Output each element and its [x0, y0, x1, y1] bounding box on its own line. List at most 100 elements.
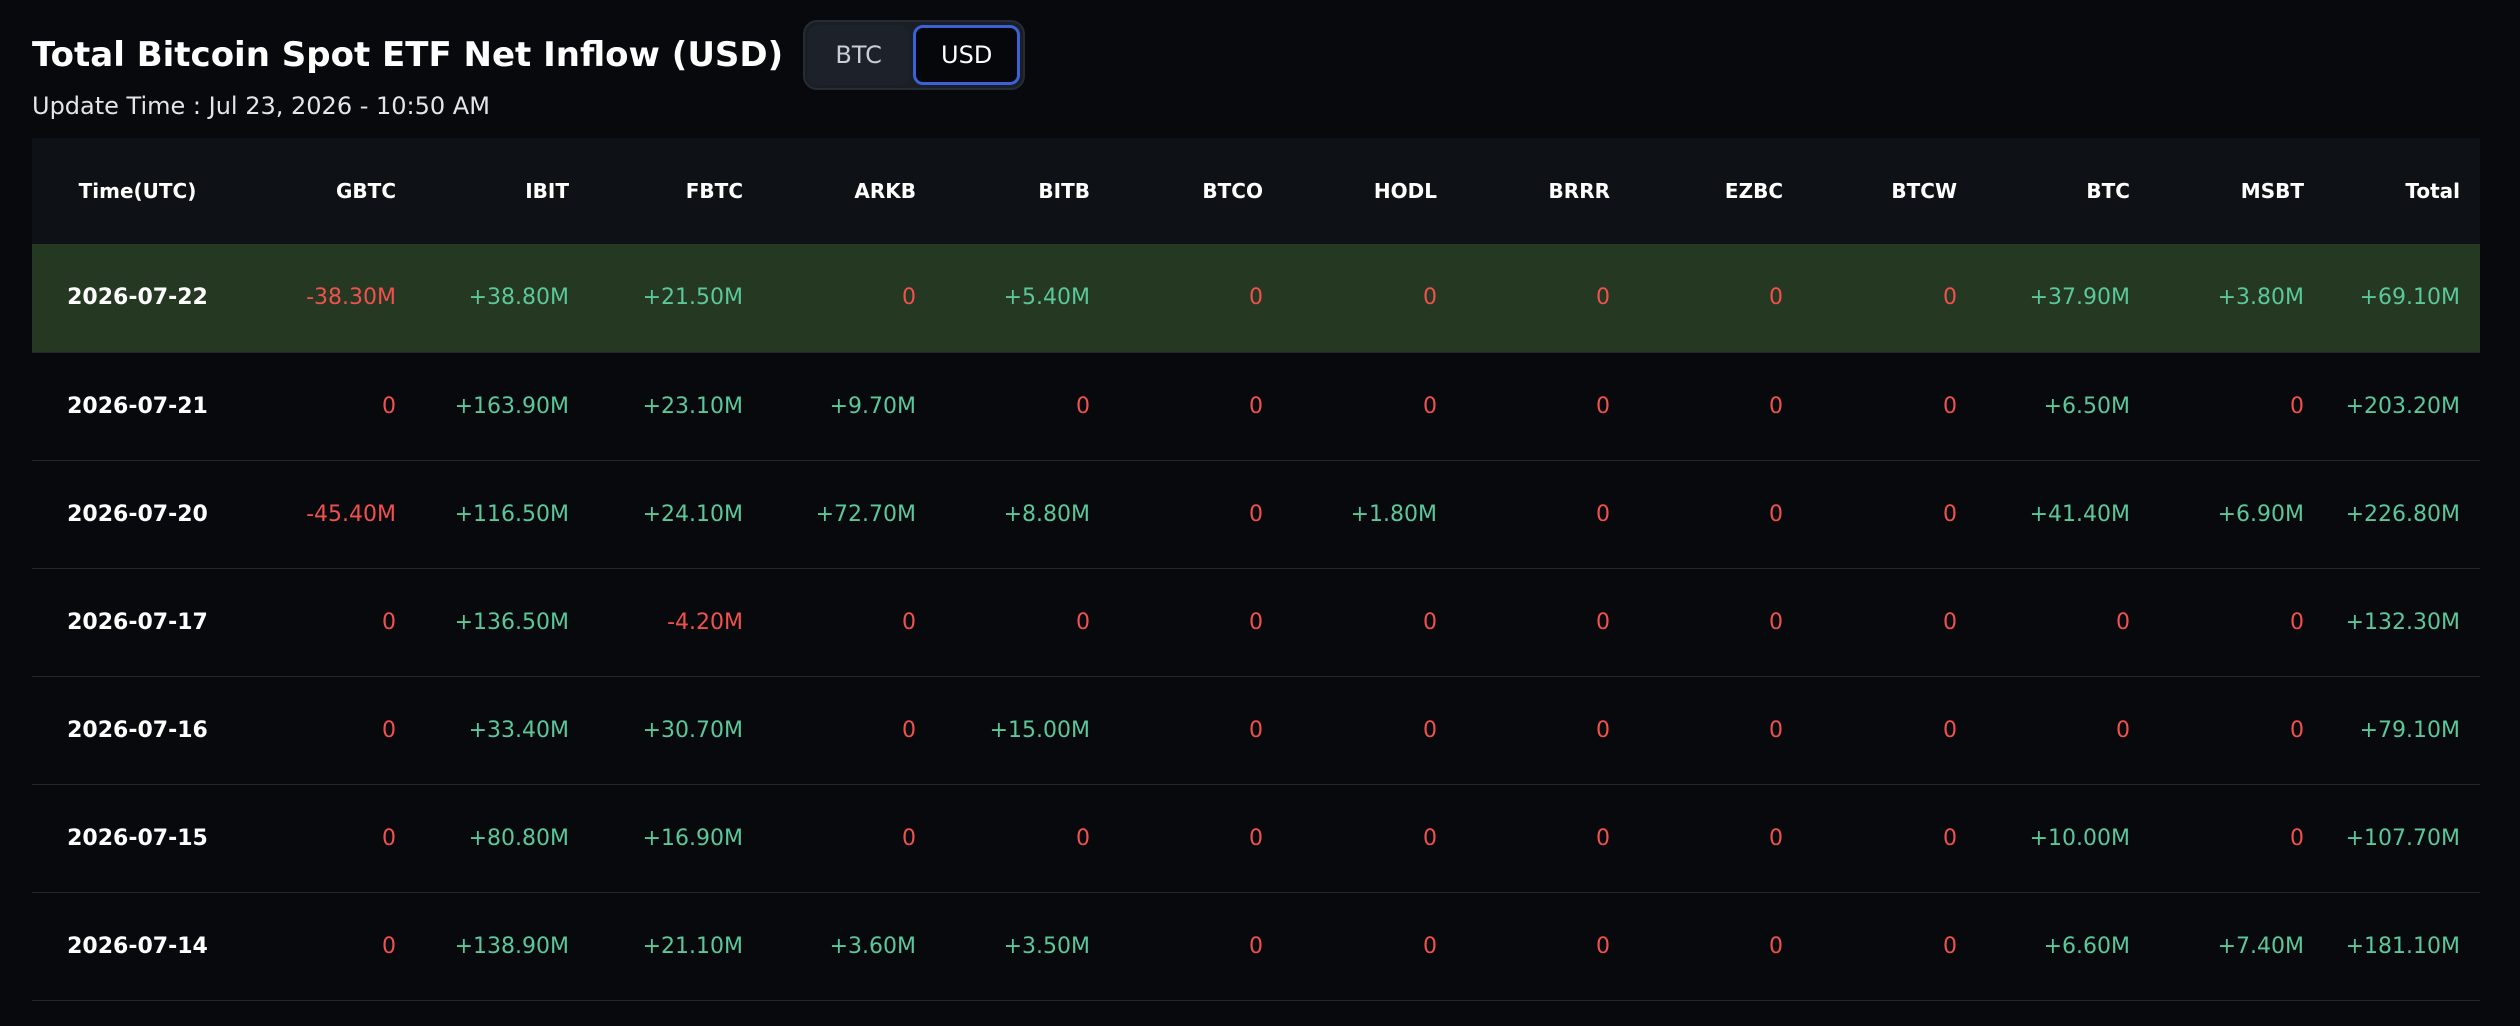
flow-cell-total: +203.20M [2345, 393, 2460, 419]
table-header: Time(UTC) GBTC IBIT FBTC ARKB BITB BTCO HODL BRR… [32, 138, 2480, 244]
flow-cell-brrr: 0 [1596, 933, 1610, 959]
flow-cell-arkb: 0 [902, 825, 916, 851]
column-header-btcw: BTCW [1891, 179, 1957, 203]
column-header-gbtc: GBTC [336, 179, 396, 203]
flow-cell-btco: 0 [1249, 825, 1263, 851]
currency-toggle: BTC USD [803, 20, 1026, 90]
column-header-bitb: BITB [1038, 179, 1090, 203]
table-body: 2026-07-22 -38.30M +38.80M +21.50M 0 +5.40M 0 0… [32, 244, 2480, 1000]
column-header-msbt: MSBT [2240, 179, 2304, 203]
flow-cell-btco: 0 [1249, 393, 1263, 419]
flow-cell-ibit: +116.50M [454, 501, 569, 527]
flow-cell-fbtc: +16.90M [642, 825, 743, 851]
toggle-usd-button[interactable]: USD [913, 25, 1021, 85]
flow-cell-msbt: +3.80M [2217, 285, 2304, 311]
date-cell: 2026-07-20 [67, 501, 208, 527]
flow-cell-btco: 0 [1249, 717, 1263, 743]
flow-cell-total: +79.10M [2359, 717, 2460, 743]
flow-cell-bitb: +5.40M [1003, 285, 1090, 311]
flow-cell-msbt: 0 [2290, 717, 2304, 743]
flow-cell-ezbc: 0 [1769, 825, 1783, 851]
column-header-ibit: IBIT [525, 179, 569, 203]
table-row: 2026-07-15 0 +80.80M +16.90M 0 0 0 0 0 0 0 +10.00M 0… [32, 784, 2480, 892]
flow-cell-gbtc: 0 [382, 609, 396, 635]
flow-cell-ezbc: 0 [1769, 609, 1783, 635]
flow-cell-ezbc: 0 [1769, 933, 1783, 959]
flow-cell-gbtc: -38.30M [306, 285, 396, 311]
flow-cell-hodl: 0 [1423, 717, 1437, 743]
flow-cell-brrr: 0 [1596, 609, 1610, 635]
flow-cell-gbtc: 0 [382, 825, 396, 851]
column-header-fbtc: FBTC [685, 179, 743, 203]
flow-cell-btcw: 0 [1943, 933, 1957, 959]
flow-cell-ezbc: 0 [1769, 501, 1783, 527]
flow-cell-fbtc: +21.50M [642, 285, 743, 311]
flow-cell-arkb: 0 [902, 609, 916, 635]
flow-cell-ibit: +38.80M [468, 285, 569, 311]
flow-cell-brrr: 0 [1596, 717, 1610, 743]
flow-cell-fbtc: +24.10M [642, 501, 743, 527]
update-time: Update Time : Jul 23, 2026 - 10:50 AM [32, 92, 490, 120]
flow-cell-hodl: 0 [1423, 825, 1437, 851]
flow-cell-btcw: 0 [1943, 717, 1957, 743]
table-row: 2026-07-16 0 +33.40M +30.70M 0 +15.00M 0 0 0 0 0 0 0… [32, 676, 2480, 784]
column-header-btco: BTCO [1202, 179, 1263, 203]
flow-cell-brrr: 0 [1596, 501, 1610, 527]
toggle-btc-button[interactable]: BTC [808, 25, 910, 85]
flow-cell-btc: 0 [2116, 609, 2130, 635]
flow-cell-ibit: +33.40M [468, 717, 569, 743]
flow-cell-hodl: 0 [1423, 609, 1437, 635]
date-cell: 2026-07-14 [67, 933, 208, 959]
flow-cell-btc: 0 [2116, 717, 2130, 743]
flow-cell-brrr: 0 [1596, 285, 1610, 311]
column-header-hodl: HODL [1373, 179, 1437, 203]
flow-cell-btco: 0 [1249, 609, 1263, 635]
flow-cell-ibit: +138.90M [454, 933, 569, 959]
flow-cell-ibit: +80.80M [468, 825, 569, 851]
etf-flow-table: Time(UTC) GBTC IBIT FBTC ARKB BITB BTCO HODL BRR… [32, 138, 2480, 1001]
flow-cell-ezbc: 0 [1769, 393, 1783, 419]
column-header-btc: BTC [2086, 179, 2130, 203]
flow-cell-btco: 0 [1249, 285, 1263, 311]
column-header-ezbc: EZBC [1724, 179, 1783, 203]
flow-cell-msbt: 0 [2290, 393, 2304, 419]
flow-cell-ezbc: 0 [1769, 717, 1783, 743]
flow-cell-btcw: 0 [1943, 501, 1957, 527]
flow-cell-arkb: 0 [902, 717, 916, 743]
flow-cell-ibit: +136.50M [454, 609, 569, 635]
flow-cell-hodl: 0 [1423, 933, 1437, 959]
flow-cell-total: +107.70M [2345, 825, 2460, 851]
date-cell: 2026-07-21 [67, 393, 208, 419]
flow-cell-btc: +6.60M [2043, 933, 2130, 959]
flow-cell-arkb: 0 [902, 285, 916, 311]
flow-cell-fbtc: +23.10M [642, 393, 743, 419]
flow-cell-total: +181.10M [2345, 933, 2460, 959]
flow-cell-total: +69.10M [2359, 285, 2460, 311]
flow-cell-fbtc: +21.10M [642, 933, 743, 959]
table-row: 2026-07-14 0 +138.90M +21.10M +3.60M +3.50M 0 0… [32, 892, 2480, 1000]
flow-cell-btcw: 0 [1943, 825, 1957, 851]
flow-cell-hodl: 0 [1423, 285, 1437, 311]
column-header-total: Total [2405, 179, 2460, 203]
flow-cell-hodl: 0 [1423, 393, 1437, 419]
date-cell: 2026-07-17 [67, 609, 208, 635]
date-cell: 2026-07-15 [67, 825, 208, 851]
flow-cell-arkb: +72.70M [815, 501, 916, 527]
flow-cell-gbtc: 0 [382, 393, 396, 419]
flow-cell-gbtc: 0 [382, 933, 396, 959]
table-row: 2026-07-21 0 +163.90M +23.10M +9.70M 0 0 0 0 0 0 +6… [32, 352, 2480, 460]
flow-cell-brrr: 0 [1596, 393, 1610, 419]
table-row: 2026-07-22 -38.30M +38.80M +21.50M 0 +5.40M 0 0… [32, 244, 2480, 352]
flow-cell-msbt: 0 [2290, 609, 2304, 635]
date-cell: 2026-07-22 [67, 285, 208, 311]
flow-cell-gbtc: -45.40M [306, 501, 396, 527]
flow-cell-ibit: +163.90M [454, 393, 569, 419]
column-header-brrr: BRRR [1548, 179, 1610, 203]
flow-cell-bitb: 0 [1076, 609, 1090, 635]
flow-cell-btc: +10.00M [2029, 825, 2130, 851]
flow-cell-bitb: 0 [1076, 393, 1090, 419]
column-header-time-utc: Time(UTC) [78, 179, 197, 203]
header: Total Bitcoin Spot ETF Net Inflow (USD) … [32, 18, 1026, 92]
flow-cell-hodl: +1.80M [1350, 501, 1437, 527]
date-cell: 2026-07-16 [67, 717, 208, 743]
